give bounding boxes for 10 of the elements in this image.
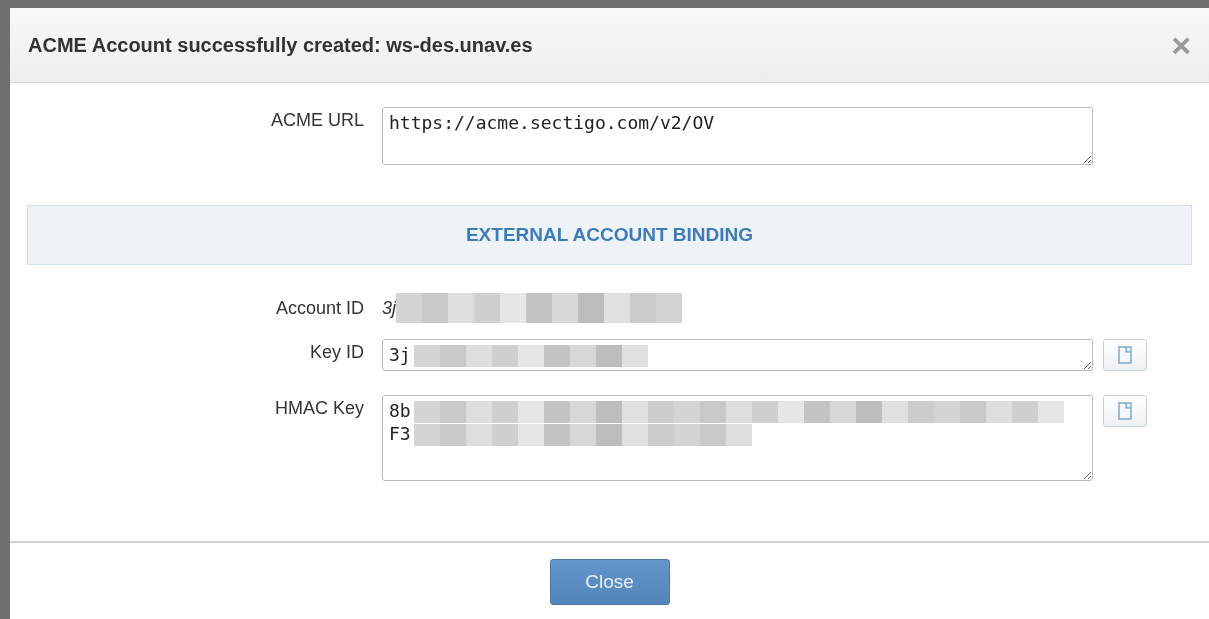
field-label: Key ID	[309, 342, 364, 362]
field-label: ACME URL	[271, 110, 364, 130]
copy-button[interactable]	[1103, 395, 1147, 427]
field-label: HMAC Key	[275, 398, 364, 418]
field-value: 3j	[382, 297, 396, 320]
copy-button[interactable]	[1103, 339, 1147, 371]
dialog-title: ACME Account successfully created: ws-des.unav.es	[28, 33, 533, 58]
field-label: Account ID	[275, 298, 364, 318]
text-field[interactable]: https://acme.sectigo.com/v2/OV	[382, 107, 1093, 165]
section-header: EXTERNAL ACCOUNT BINDING	[27, 205, 1192, 265]
